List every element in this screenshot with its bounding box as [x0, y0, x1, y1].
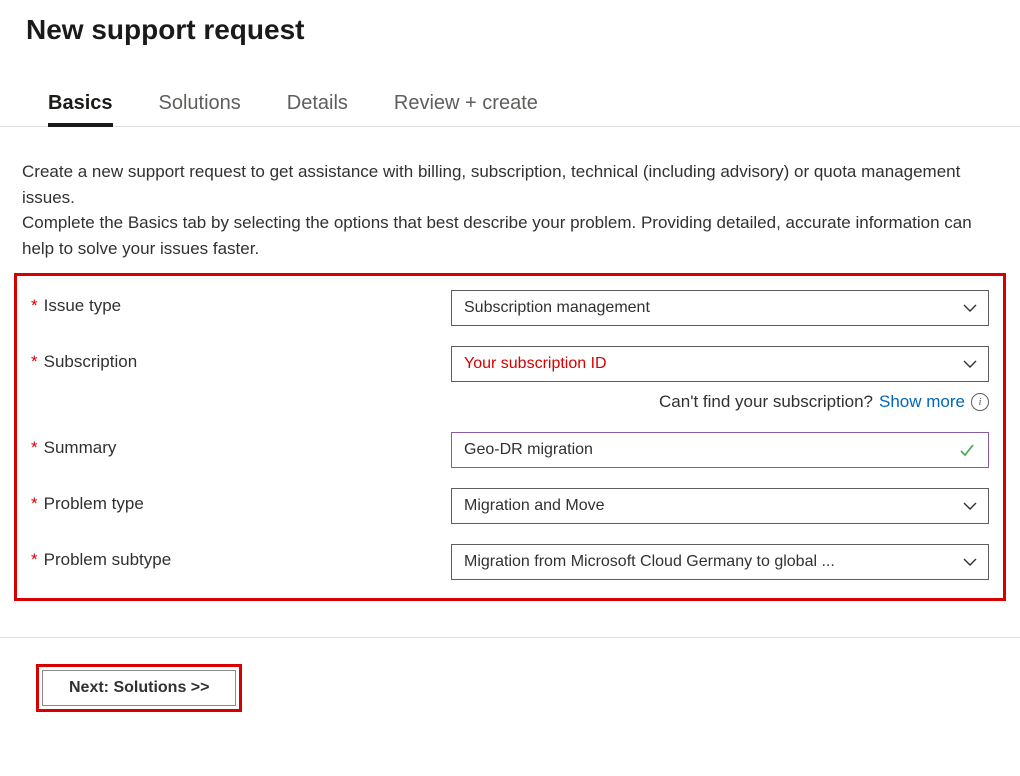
tab-review-create[interactable]: Review + create — [394, 92, 538, 127]
subscription-helper-text: Can't find your subscription? — [659, 392, 873, 412]
problem-subtype-label: Problem subtype — [44, 550, 172, 570]
chevron-down-icon — [962, 300, 978, 316]
next-button-highlight: Next: Solutions >> — [36, 664, 242, 712]
required-marker: * — [31, 494, 38, 514]
required-marker: * — [31, 550, 38, 570]
check-icon — [958, 441, 976, 459]
problem-subtype-value: Migration from Microsoft Cloud Germany t… — [464, 553, 835, 571]
problem-subtype-select[interactable]: Migration from Microsoft Cloud Germany t… — [451, 544, 989, 580]
subscription-value: Your subscription ID — [464, 355, 607, 373]
next-solutions-button[interactable]: Next: Solutions >> — [42, 670, 236, 706]
problem-type-label: Problem type — [44, 494, 144, 514]
problem-type-select[interactable]: Migration and Move — [451, 488, 989, 524]
chevron-down-icon — [962, 356, 978, 372]
info-icon[interactable]: i — [971, 393, 989, 411]
subscription-select[interactable]: Your subscription ID — [451, 346, 989, 382]
subscription-label: Subscription — [44, 352, 138, 372]
required-marker: * — [31, 352, 38, 372]
issue-type-select[interactable]: Subscription management — [451, 290, 989, 326]
tab-basics[interactable]: Basics — [48, 92, 113, 127]
issue-type-value: Subscription management — [464, 299, 650, 317]
required-marker: * — [31, 296, 38, 316]
problem-type-value: Migration and Move — [464, 497, 605, 515]
subscription-show-more-link[interactable]: Show more — [879, 392, 965, 412]
chevron-down-icon — [962, 554, 978, 570]
intro-line-1: Create a new support request to get assi… — [22, 162, 960, 207]
summary-value: Geo-DR migration — [464, 441, 593, 459]
intro-line-2: Complete the Basics tab by selecting the… — [22, 213, 972, 258]
intro-text: Create a new support request to get assi… — [0, 127, 1020, 273]
summary-input[interactable]: Geo-DR migration — [451, 432, 989, 468]
tab-solutions[interactable]: Solutions — [159, 92, 241, 127]
page-title: New support request — [26, 14, 994, 46]
chevron-down-icon — [962, 498, 978, 514]
tab-details[interactable]: Details — [287, 92, 348, 127]
form-highlight-box: * Issue type Subscription management * S… — [14, 273, 1006, 601]
tab-strip: Basics Solutions Details Review + create — [0, 54, 1020, 127]
divider — [0, 637, 1020, 638]
issue-type-label: Issue type — [44, 296, 122, 316]
required-marker: * — [31, 438, 38, 458]
summary-label: Summary — [44, 438, 117, 458]
